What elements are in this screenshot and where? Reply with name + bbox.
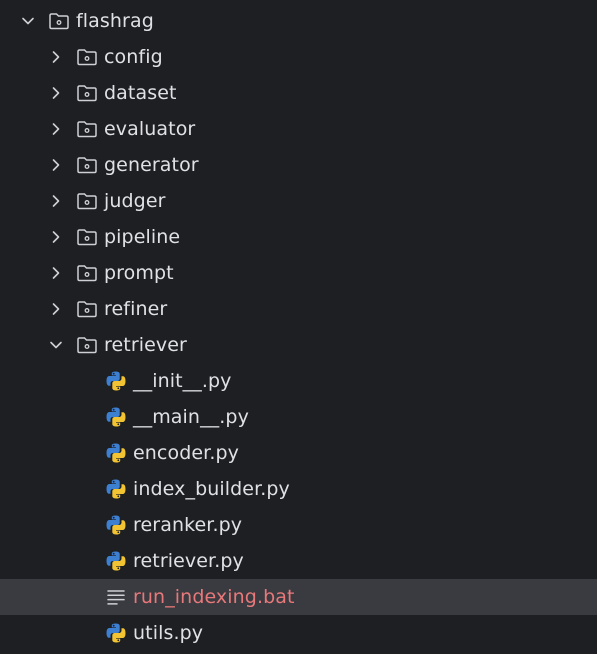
tree-item-run-indexing-bat[interactable]: run_indexing.bat (0, 579, 597, 615)
tree-item-label: __init__.py (133, 370, 232, 392)
folder-icon (76, 334, 98, 356)
folder-icon (76, 262, 98, 284)
tree-item-pipeline[interactable]: pipeline (0, 219, 597, 255)
tree-item-retriever-py[interactable]: retriever.py (0, 543, 597, 579)
tree-item-flashrag[interactable]: flashrag (0, 3, 597, 39)
tree-item-dataset[interactable]: dataset (0, 75, 597, 111)
tree-item-config[interactable]: config (0, 39, 597, 75)
chevron-down-icon[interactable] (20, 13, 36, 29)
tree-item-label: retriever.py (133, 550, 244, 572)
tree-item-label: refiner (104, 298, 168, 320)
tree-item-label: prompt (104, 262, 174, 284)
python-file-icon (105, 478, 127, 500)
tree-item-label: index_builder.py (133, 478, 290, 500)
python-file-icon (105, 442, 127, 464)
tree-item-refiner[interactable]: refiner (0, 291, 597, 327)
tree-item-label: dataset (104, 82, 177, 104)
chevron-right-icon[interactable] (48, 157, 64, 173)
tree-item-encoder-py[interactable]: encoder.py (0, 435, 597, 471)
tree-item-init-py[interactable]: __init__.py (0, 363, 597, 399)
chevron-right-icon[interactable] (48, 301, 64, 317)
tree-item-label: run_indexing.bat (133, 586, 295, 608)
project-tree: flashrag config dataset evaluator genera… (0, 0, 597, 654)
tree-item-evaluator[interactable]: evaluator (0, 111, 597, 147)
chevron-right-icon[interactable] (48, 229, 64, 245)
tree-item-judger[interactable]: judger (0, 183, 597, 219)
python-file-icon (105, 514, 127, 536)
folder-icon (48, 10, 70, 32)
tree-item-label: encoder.py (133, 442, 239, 464)
tree-item-index-builder-py[interactable]: index_builder.py (0, 471, 597, 507)
chevron-right-icon[interactable] (48, 85, 64, 101)
tree-item-label: evaluator (104, 118, 196, 140)
chevron-right-icon[interactable] (48, 49, 64, 65)
chevron-right-icon[interactable] (48, 193, 64, 209)
python-file-icon (105, 622, 127, 644)
tree-item-prompt[interactable]: prompt (0, 255, 597, 291)
tree-item-label: reranker.py (133, 514, 243, 536)
tree-item-label: judger (104, 190, 166, 212)
python-file-icon (105, 370, 127, 392)
tree-item-label: utils.py (133, 622, 204, 644)
tree-item-label: generator (104, 154, 199, 176)
tree-item-label: retriever (104, 334, 187, 356)
tree-item-main-py[interactable]: __main__.py (0, 399, 597, 435)
tree-item-label: pipeline (104, 226, 181, 248)
tree-item-utils-py[interactable]: utils.py (0, 615, 597, 651)
tree-item-label: flashrag (76, 10, 154, 32)
folder-icon (76, 226, 98, 248)
tree-item-label: config (104, 46, 163, 68)
text-file-icon (105, 586, 127, 608)
tree-item-retriever[interactable]: retriever (0, 327, 597, 363)
folder-icon (76, 46, 98, 68)
tree-item-label: __main__.py (133, 406, 249, 428)
folder-icon (76, 118, 98, 140)
chevron-right-icon[interactable] (48, 121, 64, 137)
folder-icon (76, 298, 98, 320)
python-file-icon (105, 406, 127, 428)
folder-icon (76, 190, 98, 212)
tree-item-generator[interactable]: generator (0, 147, 597, 183)
tree-item-reranker-py[interactable]: reranker.py (0, 507, 597, 543)
folder-icon (76, 82, 98, 104)
python-file-icon (105, 550, 127, 572)
folder-icon (76, 154, 98, 176)
chevron-right-icon[interactable] (48, 265, 64, 281)
chevron-down-icon[interactable] (48, 337, 64, 353)
